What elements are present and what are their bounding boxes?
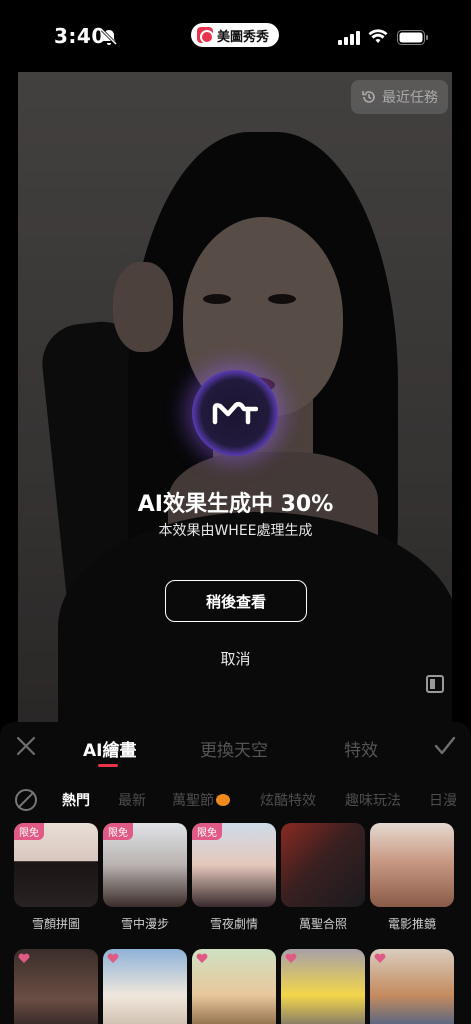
effect-card-snow-face-collage[interactable]: 限免	[14, 823, 98, 907]
free-badge: 限免	[14, 823, 44, 840]
compare-icon[interactable]	[426, 675, 444, 693]
bell-muted-icon	[100, 28, 118, 46]
meitu-logo-icon	[212, 401, 258, 425]
category-hot[interactable]: 熱門	[62, 790, 90, 810]
close-icon[interactable]	[16, 736, 36, 756]
category-cool-effects[interactable]: 炫酷特效	[260, 790, 316, 810]
effect-card-movie-dolly[interactable]	[370, 823, 454, 907]
tab-ai-painting[interactable]: AI繪畫	[83, 736, 136, 761]
effect-card-snow-night-story[interactable]: 限免	[192, 823, 276, 907]
effect-label: 萬聖合照	[298, 917, 347, 931]
progress-title: AI效果生成中 30%	[137, 492, 334, 517]
effect-card[interactable]	[192, 949, 276, 1024]
status-time: 3:40	[54, 24, 106, 48]
recent-tasks-button[interactable]: 最近任務	[351, 80, 448, 114]
effect-label: 雪顏拼圖	[31, 917, 80, 931]
heart-icon	[18, 953, 30, 963]
cellular-signal-icon	[338, 31, 360, 45]
category-newest[interactable]: 最新	[118, 790, 146, 810]
tab-special-effects[interactable]: 特效	[344, 736, 378, 761]
recent-tasks-label: 最近任務	[382, 90, 438, 106]
category-halloween[interactable]: 萬聖節	[172, 790, 230, 810]
heart-icon	[285, 953, 297, 963]
effects-panel: AI繪畫 更換天空 特效 熱門 最新 萬聖節 炫酷特效 趣味玩法 日漫 限免 雪…	[0, 722, 471, 1024]
progress-subtitle: 本效果由WHEE處理生成	[158, 523, 313, 539]
history-icon	[362, 91, 375, 103]
heart-icon	[107, 953, 119, 963]
wifi-icon	[368, 29, 388, 43]
effect-card[interactable]	[281, 949, 365, 1024]
free-badge: 限免	[103, 823, 133, 840]
app-indicator-pill[interactable]: 美圖秀秀	[191, 23, 280, 47]
effect-card[interactable]	[103, 949, 187, 1024]
checkmark-icon[interactable]	[434, 736, 456, 756]
category-fun-play[interactable]: 趣味玩法	[345, 790, 401, 810]
status-bar: 3:40 美圖秀秀	[0, 0, 471, 72]
free-badge: 限免	[192, 823, 222, 840]
effect-card-snow-walk[interactable]: 限免	[103, 823, 187, 907]
pumpkin-icon	[216, 794, 230, 806]
no-effect-icon[interactable]	[15, 789, 37, 811]
effect-card[interactable]	[370, 949, 454, 1024]
ai-progress-logo	[192, 370, 278, 456]
category-halloween-label: 萬聖節	[172, 793, 214, 809]
meitu-app-icon	[197, 27, 214, 44]
effect-label: 雪夜劇情	[209, 917, 258, 931]
heart-icon	[374, 953, 386, 963]
effect-card-halloween-group[interactable]	[281, 823, 365, 907]
effect-card[interactable]	[14, 949, 98, 1024]
cancel-button[interactable]: 取消	[0, 648, 471, 669]
effect-label: 雪中漫步	[120, 917, 169, 931]
view-later-button[interactable]: 稍後查看	[165, 580, 307, 622]
heart-icon	[196, 953, 208, 963]
effect-label: 電影推鏡	[387, 917, 436, 931]
battery-icon	[397, 30, 428, 45]
app-indicator-label: 美圖秀秀	[217, 29, 270, 45]
active-tab-indicator	[98, 764, 118, 767]
category-anime[interactable]: 日漫	[429, 790, 457, 810]
tab-replace-sky[interactable]: 更換天空	[200, 736, 268, 761]
